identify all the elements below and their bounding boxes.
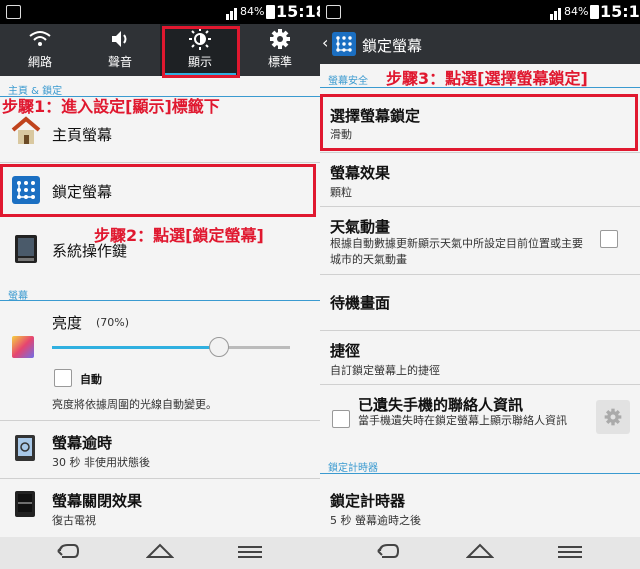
shortcuts-title: 捷徑 [330, 342, 361, 360]
divider [0, 420, 320, 421]
menu-icon[interactable] [236, 539, 264, 565]
highlight-box-lock-screen [0, 164, 316, 217]
back-icon[interactable] [54, 539, 82, 565]
divider [320, 206, 640, 207]
battery-percent: 84% [240, 5, 265, 18]
screen-timeout-sub: 30 秒 非使用狀態後 [52, 456, 150, 469]
home-nav-icon[interactable] [146, 539, 174, 565]
slider-fill [52, 346, 219, 349]
section-divider [320, 87, 640, 88]
highlight-box-display-tab [162, 26, 240, 78]
screen-timeout-title: 螢幕逾時 [52, 434, 113, 452]
owner-info-title: 已遺失手機的聯絡人資訊 [358, 396, 524, 414]
owner-info-item[interactable]: 已遺失手機的聯絡人資訊 當手機遺失時在鎖定螢幕上顯示聯絡人資訊 [320, 386, 640, 448]
tab-sound[interactable]: 聲音 [80, 24, 160, 76]
wallpaper-item[interactable]: 待機畫面 [320, 276, 640, 328]
navigation-bar [320, 537, 640, 569]
tab-network[interactable]: 網路 [0, 24, 80, 76]
wifi-icon [29, 31, 51, 46]
section-divider [0, 300, 320, 301]
section-header-security: 螢幕安全 [328, 76, 368, 87]
settings-display-screen: 84% 15:18 網路 聲音 顯示 標準 主頁 & 鎖定 步驟1：進入設定[顯… [0, 0, 320, 569]
tab-label: 標準 [267, 55, 292, 69]
screen-off-effect-item[interactable]: 螢幕關閉效果 復古電視 [0, 480, 320, 534]
lock-screen-settings: 84% 15:19 ‹ 鎖定螢幕 螢幕安全 步驟3：點選[選擇螢幕鎖定] 選擇螢… [320, 0, 640, 569]
weather-animation-item[interactable]: 天氣動畫 根據自動數據更新顯示天氣中所設定目前位置或主要城市的天氣動畫 [320, 208, 640, 274]
image-notification-icon [6, 5, 21, 19]
status-bar: 84% 15:19 [320, 0, 640, 24]
weather-sub: 根據自動數據更新顯示天氣中所設定目前位置或主要城市的天氣動畫 [330, 237, 583, 266]
divider [320, 384, 640, 385]
brightness-icon [12, 336, 34, 358]
auto-brightness-label: 自動 [80, 373, 102, 386]
divider [320, 330, 640, 331]
screen-off-icon [15, 491, 35, 517]
system-keys-icon [15, 235, 37, 263]
owner-info-checkbox[interactable] [332, 410, 350, 428]
navigation-bar [0, 537, 320, 569]
gear-icon [270, 29, 290, 49]
weather-title: 天氣動畫 [330, 218, 391, 236]
clock: 15:19 [600, 2, 640, 21]
signal-icon [226, 14, 229, 20]
shortcuts-item[interactable]: 捷徑 自訂鎖定螢幕上的捷徑 [320, 332, 640, 382]
image-notification-icon [326, 5, 341, 19]
slider-thumb[interactable] [208, 337, 229, 357]
gear-icon [604, 408, 622, 426]
lock-timer-sub: 5 秒 螢幕逾時之後 [330, 514, 421, 527]
battery-icon [266, 5, 275, 19]
back-chevron-icon[interactable]: ‹ [322, 33, 328, 52]
highlight-box-select-lock [320, 94, 638, 151]
screen-effect-item[interactable]: 螢幕效果 顆粒 [320, 154, 640, 204]
action-bar: ‹ 鎖定螢幕 [320, 24, 640, 64]
auto-brightness-checkbox[interactable] [54, 369, 72, 387]
menu-icon[interactable] [556, 539, 584, 565]
page-title: 鎖定螢幕 [362, 37, 423, 55]
brightness-item: 亮度 (70%) 自動 亮度將依據周圍的光線自動變更。 [0, 302, 320, 418]
status-bar: 84% 15:18 [0, 0, 320, 24]
divider [0, 478, 320, 479]
system-keys-item[interactable]: 系統操作鍵 [0, 226, 320, 272]
home-nav-icon[interactable] [466, 539, 494, 565]
tab-label: 網路 [27, 55, 52, 69]
screen-off-title: 螢幕關閉效果 [52, 492, 143, 510]
weather-checkbox[interactable] [600, 230, 618, 248]
home-screen-item[interactable]: 主頁螢幕 [0, 112, 320, 156]
owner-info-settings-button[interactable] [596, 400, 630, 434]
back-icon[interactable] [374, 539, 402, 565]
clock: 15:18 [276, 2, 320, 21]
divider [320, 152, 640, 153]
owner-info-sub: 當手機遺失時在鎖定螢幕上顯示聯絡人資訊 [358, 414, 567, 427]
section-header-lock-timer: 鎖定計時器 [328, 463, 378, 474]
tab-general[interactable]: 標準 [240, 24, 320, 76]
wallpaper-title: 待機畫面 [330, 294, 391, 312]
screen-timeout-icon [15, 435, 35, 461]
home-icon [11, 116, 41, 144]
screen-effect-sub: 顆粒 [330, 186, 352, 199]
settings-tabs: 網路 聲音 顯示 標準 [0, 24, 320, 76]
brightness-percent: (70%) [96, 316, 130, 329]
lock-pattern-icon [332, 32, 356, 56]
shortcuts-sub: 自訂鎖定螢幕上的捷徑 [330, 364, 440, 377]
brightness-desc: 亮度將依據周圍的光線自動變更。 [52, 398, 217, 411]
battery-percent: 84% [564, 5, 589, 18]
system-keys-label: 系統操作鍵 [52, 242, 128, 260]
screen-timeout-item[interactable]: 螢幕逾時 30 秒 非使用狀態後 [0, 422, 320, 476]
speaker-icon [112, 31, 127, 47]
screen-off-sub: 復古電視 [52, 514, 96, 527]
lock-timer-item[interactable]: 鎖定計時器 5 秒 螢幕逾時之後 [320, 482, 640, 534]
home-screen-label: 主頁螢幕 [52, 126, 113, 144]
step3-annotation: 步驟3：點選[選擇螢幕鎖定] [386, 69, 588, 88]
brightness-slider[interactable] [52, 337, 290, 357]
brightness-title: 亮度 [52, 314, 83, 332]
signal-icon [550, 14, 553, 20]
battery-icon [590, 5, 599, 19]
divider [0, 162, 320, 163]
tab-label: 聲音 [107, 55, 132, 69]
lock-timer-title: 鎖定計時器 [330, 492, 406, 510]
screen-effect-title: 螢幕效果 [330, 164, 391, 182]
section-divider [320, 473, 640, 474]
divider [320, 274, 640, 275]
